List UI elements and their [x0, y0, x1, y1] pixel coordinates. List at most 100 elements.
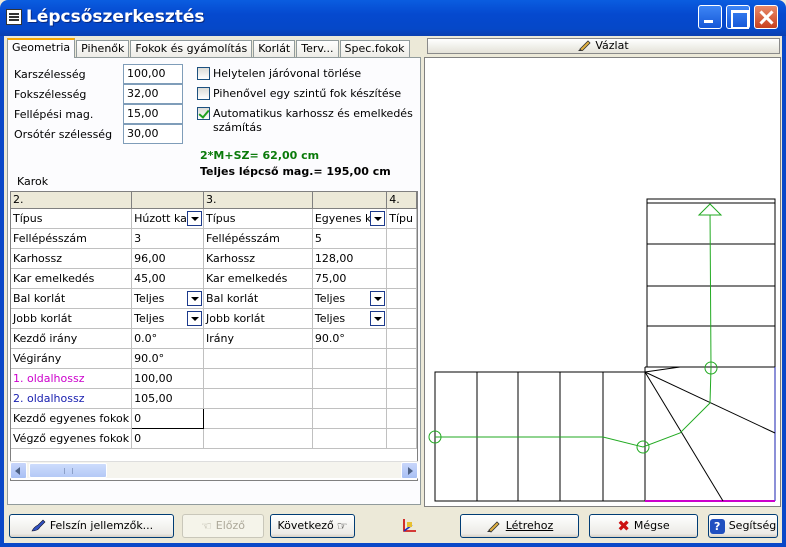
tab-fokok[interactable]: Fokok és gyámolítás	[130, 40, 253, 58]
grid-header-cell	[312, 192, 388, 209]
grid-header-cell: 3.	[203, 192, 313, 209]
chevron-down-icon[interactable]	[370, 290, 386, 306]
maximize-button[interactable]	[726, 5, 750, 29]
grid-value[interactable]: 3	[131, 228, 205, 249]
grid-label: Kar emelkedés	[11, 268, 133, 289]
grid-label: Kezdő irány	[11, 328, 133, 349]
pencil-icon	[486, 521, 500, 533]
pihenovel-checkbox[interactable]	[197, 87, 210, 100]
chevron-down-icon[interactable]	[187, 210, 203, 226]
grid-label: Végző egyenes fokok	[11, 428, 133, 449]
grid-header-cell: 2.	[11, 192, 133, 209]
grid-value: Húzott kar	[134, 211, 192, 225]
create-button[interactable]: Létrehoz	[460, 514, 579, 538]
grid-value[interactable]: 100,00	[131, 368, 205, 389]
chevron-down-icon[interactable]	[370, 310, 386, 326]
grid-empty	[386, 408, 417, 429]
grid-label: 1. oldalhossz	[11, 368, 133, 389]
sketch-canvas[interactable]	[424, 57, 781, 507]
grid-label: 2. oldalhossz	[11, 388, 133, 409]
grid-empty	[386, 308, 417, 329]
grid-value[interactable]: 96,00	[131, 248, 205, 269]
grid-dropdown-cell[interactable]: Húzott kar	[131, 208, 205, 229]
grid-label: Kezdő egyenes fokok	[11, 408, 133, 429]
table-row: Bal korlát Teljes Bal korlát Teljes	[11, 288, 417, 309]
table-row: 1. oldalhossz 100,00	[11, 368, 417, 389]
grid-value[interactable]: 128,00	[312, 248, 388, 269]
prev-button[interactable]: ☜ Előző	[182, 514, 264, 538]
grid-empty	[203, 368, 313, 389]
vazlat-label: Vázlat	[595, 39, 629, 52]
grid-empty	[203, 348, 313, 369]
helytelen-jarovonal-label: Helytelen járóvonal törlése	[213, 67, 362, 80]
grid-label: Karhossz	[203, 248, 313, 269]
chevron-down-icon[interactable]	[187, 290, 203, 306]
horizontal-scrollbar[interactable]	[10, 461, 418, 479]
chevron-down-icon[interactable]	[370, 210, 386, 226]
fellepesi-mag-label: Fellépési mag.	[14, 108, 94, 121]
next-button[interactable]: Következő ☞	[270, 514, 355, 538]
grid-dropdown-cell[interactable]: Teljes	[131, 308, 205, 329]
hand-right-icon: ☞	[336, 519, 348, 533]
axis-icon[interactable]	[398, 516, 420, 536]
title-bar[interactable]: Lépcsőszerkesztés	[0, 0, 786, 36]
grid-value[interactable]: 90.0°	[312, 328, 388, 349]
close-icon: ✖	[617, 517, 630, 535]
automatikus-checkbox[interactable]	[197, 107, 210, 120]
karszelesseg-label: Karszélesség	[14, 68, 86, 81]
close-button[interactable]	[754, 5, 778, 29]
tab-strip: Geometria Pihenők Fokok és gyámolítás Ko…	[7, 38, 411, 58]
orsoter-label: Orsótér szélesség	[14, 128, 113, 141]
table-row: Jobb korlát Teljes Jobb korlát Teljes	[11, 308, 417, 329]
grid-value[interactable]: 75,00	[312, 268, 388, 289]
hand-left-icon: ☜	[200, 519, 212, 533]
tab-pihenok[interactable]: Pihenők	[76, 40, 130, 58]
grid-value[interactable]: 0	[131, 428, 205, 449]
fellepesi-mag-field[interactable]: 15,00	[123, 104, 183, 124]
orsoter-field[interactable]: 30,00	[123, 124, 183, 144]
grid-label: Fellépésszám	[11, 228, 133, 249]
grid-value: Teljes	[134, 291, 165, 305]
vazlat-button[interactable]: Vázlat	[427, 38, 780, 54]
grid-value-editing[interactable]: 0	[131, 407, 205, 429]
karszelesseg-field[interactable]: 100,00	[123, 64, 183, 84]
tab-spec-fokok[interactable]: Spec.fokok	[339, 40, 410, 58]
prev-label: Előző	[215, 519, 245, 532]
cancel-button[interactable]: ✖ Mégse	[589, 514, 698, 538]
grid-value[interactable]: 45,00	[131, 268, 205, 289]
scroll-right-icon[interactable]	[401, 462, 418, 479]
grid-value: Teljes	[314, 291, 346, 305]
karok-grid[interactable]: 2. 3. 4. Típus Húzott kar Típus Egyenes …	[10, 191, 418, 481]
scroll-left-icon[interactable]	[10, 462, 27, 479]
minimize-button[interactable]	[698, 5, 722, 29]
grid-header-row: 2. 3. 4.	[11, 192, 417, 209]
help-button[interactable]: ? Segítség	[708, 514, 778, 538]
grid-dropdown-cell[interactable]: Teljes	[312, 308, 388, 329]
fokszelesseg-field[interactable]: 32,00	[123, 84, 183, 104]
chevron-down-icon[interactable]	[187, 310, 203, 326]
grid-empty	[312, 388, 388, 409]
grid-value[interactable]: 105,00	[131, 388, 205, 409]
grid-empty	[312, 348, 388, 369]
table-row: Végirány 90.0°	[11, 348, 417, 369]
table-row: Karhossz 96,00 Karhossz 128,00	[11, 248, 417, 269]
grid-value[interactable]: 90.0°	[131, 348, 205, 369]
grid-empty	[386, 388, 417, 409]
table-row: Fellépésszám 3 Fellépésszám 5	[11, 228, 417, 249]
tab-geometria[interactable]: Geometria	[7, 38, 76, 58]
grid-empty	[386, 228, 417, 249]
grid-dropdown-cell[interactable]: Teljes	[312, 288, 388, 309]
scrollbar-thumb[interactable]	[29, 463, 107, 478]
grid-label: Típus	[203, 208, 313, 229]
grid-dropdown-cell[interactable]: Teljes	[131, 288, 205, 309]
grid-value[interactable]: 0.0°	[131, 328, 205, 349]
grid-value[interactable]: 5	[312, 228, 388, 249]
helytelen-jarovonal-checkbox[interactable]	[197, 67, 210, 80]
grid-empty	[386, 288, 417, 309]
grid-label: Jobb korlát	[203, 308, 313, 329]
table-row: Kar emelkedés 45,00 Kar emelkedés 75,00	[11, 268, 417, 289]
tab-terv[interactable]: Terv...	[296, 40, 339, 58]
grid-dropdown-cell[interactable]: Egyenes kar	[312, 208, 388, 229]
tab-korlat[interactable]: Korlát	[253, 40, 296, 58]
surface-properties-button[interactable]: Felszín jellemzők...	[9, 514, 174, 538]
